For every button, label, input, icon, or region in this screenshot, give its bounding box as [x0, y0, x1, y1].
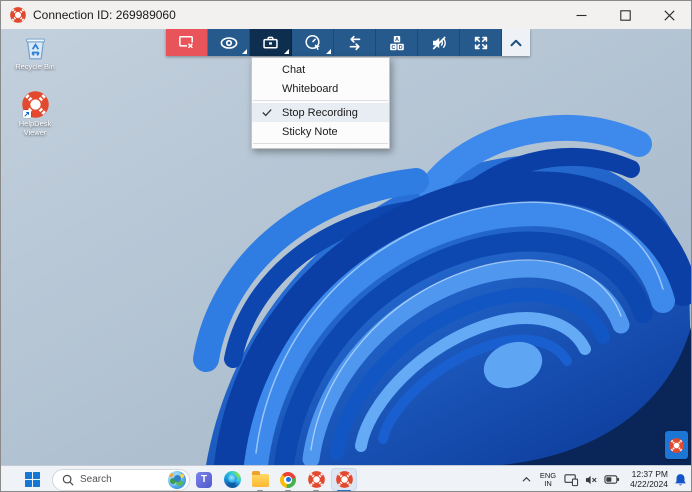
- clock[interactable]: 12:37 PM 4/22/2024: [624, 466, 668, 492]
- view-button[interactable]: [208, 29, 250, 56]
- minimize-button[interactable]: [559, 1, 603, 29]
- remote-control-toolbar: A C D: [166, 29, 530, 56]
- battery-icon: [604, 474, 620, 485]
- start-button[interactable]: [17, 467, 47, 492]
- toolbox-icon: [261, 33, 280, 52]
- menu-item-label: Stop Recording: [282, 107, 358, 119]
- search-placeholder: Search: [80, 474, 168, 485]
- svg-text:C: C: [391, 44, 395, 50]
- menu-item-whiteboard[interactable]: Whiteboard: [252, 79, 389, 98]
- tray-battery-button[interactable]: [602, 466, 621, 492]
- taskbar-app-helpdesk-viewer-active[interactable]: [330, 466, 358, 492]
- shortcut-blocks-icon: A C D: [387, 33, 407, 53]
- maximize-button[interactable]: [603, 1, 647, 29]
- system-tray: ENG IN: [518, 466, 689, 492]
- tray-overflow-button[interactable]: [518, 466, 534, 492]
- taskbar-app-teams[interactable]: T: [190, 466, 218, 492]
- taskbar-app-file-explorer[interactable]: [246, 466, 274, 492]
- notification-center-button[interactable]: [671, 466, 689, 492]
- mute-speaker-icon: [429, 33, 449, 53]
- switch-sides-button[interactable]: [334, 29, 376, 56]
- chrome-icon: [280, 472, 296, 488]
- desktop-icon-recycle-bin[interactable]: Recycle Bin: [7, 34, 63, 72]
- speaker-muted-icon: [585, 474, 598, 486]
- svg-text:D: D: [398, 44, 402, 50]
- language-indicator[interactable]: ENG IN: [537, 466, 559, 492]
- fullscreen-expand-icon: [471, 33, 491, 53]
- taskbar-app-edge[interactable]: [218, 466, 246, 492]
- fullscreen-button[interactable]: [460, 29, 502, 56]
- helpdesk-floating-button[interactable]: [665, 431, 688, 459]
- menu-separator: [253, 143, 388, 144]
- search-highlight-globe-icon: [168, 471, 186, 489]
- tray-date: 4/22/2024: [630, 480, 668, 490]
- windows-logo-icon: [25, 472, 40, 487]
- menu-item-chat[interactable]: Chat: [252, 60, 389, 79]
- menu-item-label: Chat: [282, 64, 305, 76]
- notification-bell-icon: [674, 473, 687, 487]
- helpdesk-app-icon: [10, 7, 26, 23]
- search-box[interactable]: Search: [52, 469, 190, 491]
- desktop-icon-label: Recycle Bin: [7, 63, 63, 72]
- taskbar: Search T: [1, 465, 691, 492]
- view-eye-icon: [219, 33, 239, 53]
- language-line2: IN: [544, 480, 552, 488]
- toolbox-dropdown-menu: Chat Whiteboard Stop Recording Sticky No…: [251, 57, 390, 149]
- check-icon: [252, 108, 282, 117]
- collapse-toolbar-button[interactable]: [502, 29, 530, 56]
- search-icon: [62, 474, 74, 486]
- disconnect-button[interactable]: [166, 29, 208, 56]
- taskbar-app-helpdesk[interactable]: [302, 466, 330, 492]
- desktop-icon-helpdesk-viewer[interactable]: HelpDesk Viewer: [7, 91, 63, 137]
- tray-device-button[interactable]: [562, 466, 580, 492]
- speed-gauge-icon: [303, 33, 323, 53]
- edge-icon: [224, 471, 241, 488]
- lifering-icon: [669, 438, 684, 453]
- menu-item-label: Whiteboard: [282, 83, 338, 95]
- window-title: Connection ID: 269989060: [33, 8, 176, 22]
- disconnect-screen-icon: [177, 33, 196, 52]
- menu-item-sticky-note[interactable]: Sticky Note: [252, 122, 389, 141]
- remote-viewer-window: Connection ID: 269989060: [0, 0, 692, 492]
- swap-arrows-icon: [345, 33, 365, 53]
- chevron-up-icon: [521, 474, 532, 485]
- speed-button[interactable]: [292, 29, 334, 56]
- collapse-chevron-icon: [507, 34, 525, 52]
- taskbar-app-chrome[interactable]: [274, 466, 302, 492]
- file-explorer-icon: [252, 474, 269, 487]
- titlebar: Connection ID: 269989060: [1, 1, 691, 29]
- monitor-device-icon: [564, 473, 579, 487]
- tray-volume-button[interactable]: [583, 466, 599, 492]
- helpdesk-icon: [336, 471, 353, 488]
- menu-item-stop-recording[interactable]: Stop Recording: [252, 103, 389, 122]
- close-button[interactable]: [647, 1, 691, 29]
- close-icon: [664, 10, 675, 21]
- svg-text:A: A: [395, 37, 399, 43]
- actions-button[interactable]: A C D: [376, 29, 418, 56]
- recycle-bin-icon: [22, 34, 49, 61]
- menu-separator: [253, 100, 388, 101]
- desktop-icon-label: HelpDesk Viewer: [7, 120, 63, 137]
- maximize-icon: [620, 10, 631, 21]
- helpdesk-icon: [308, 471, 325, 488]
- remote-desktop-view: Recycle Bin HelpDesk Viewer: [1, 29, 692, 465]
- menu-item-label: Sticky Note: [282, 126, 338, 138]
- toolbox-button[interactable]: [250, 29, 292, 56]
- sound-button[interactable]: [418, 29, 460, 56]
- shortcut-arrow-badge: [23, 110, 31, 118]
- minimize-icon: [576, 10, 587, 21]
- teams-icon: T: [196, 472, 212, 488]
